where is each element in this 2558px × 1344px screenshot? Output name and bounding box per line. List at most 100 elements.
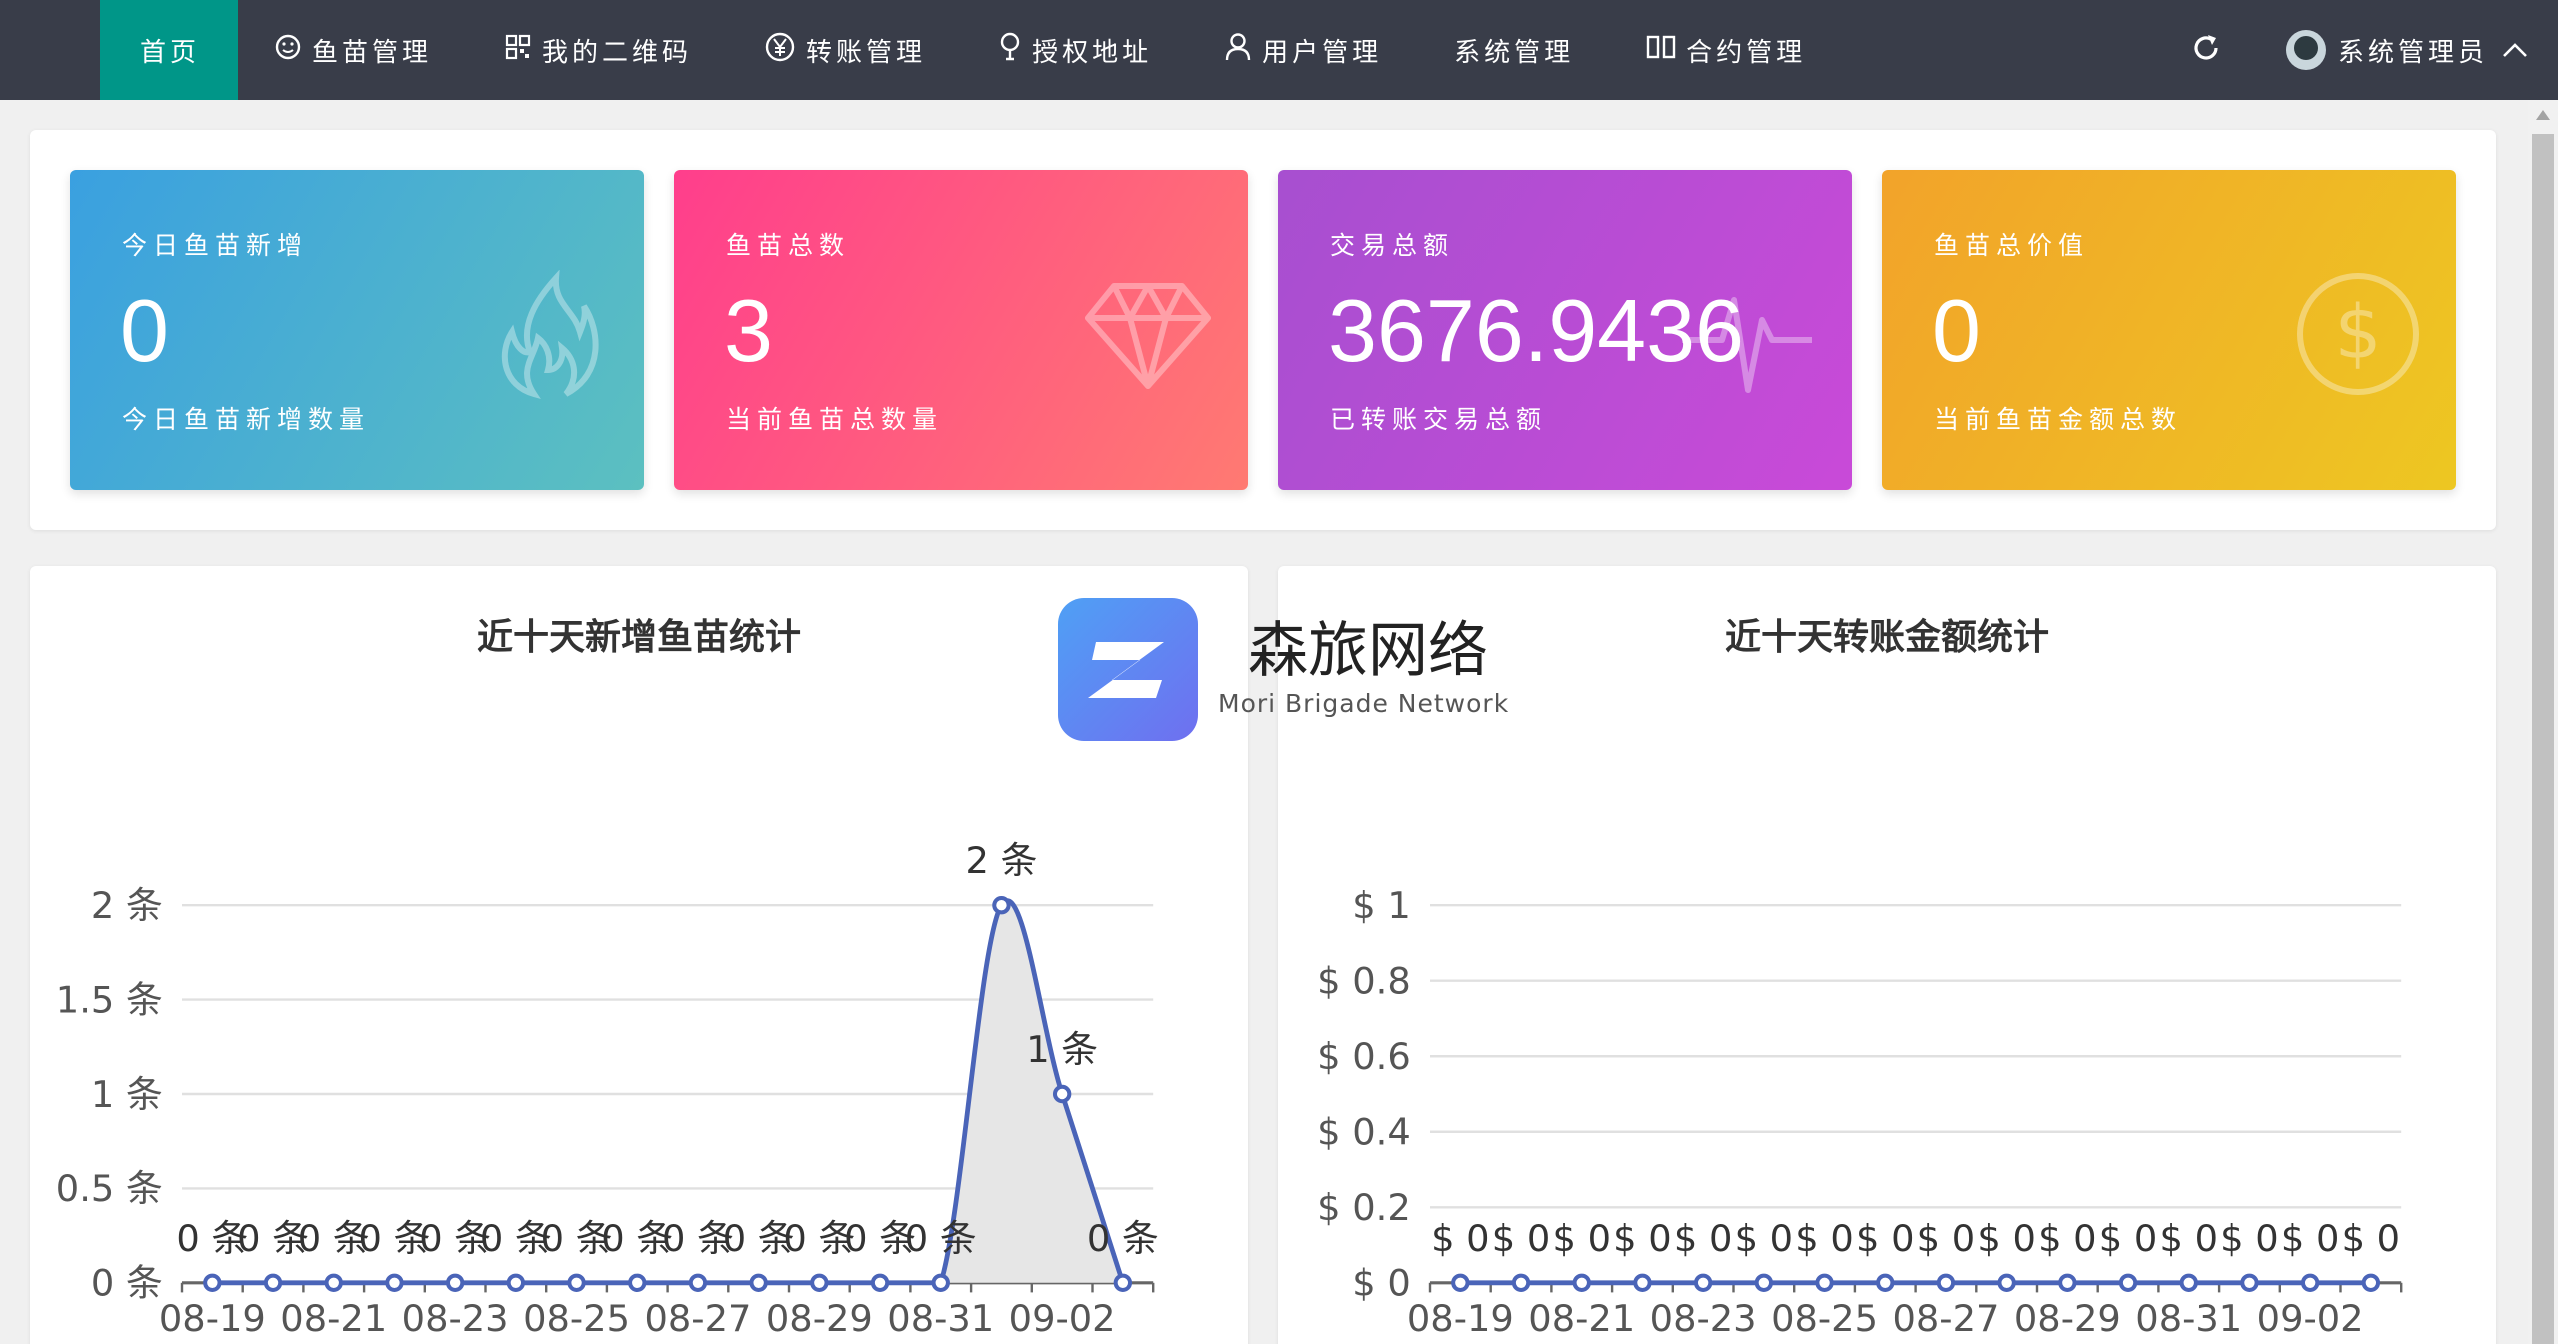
data-point[interactable]: [203, 1273, 222, 1293]
data-label: $ 0: [1856, 1217, 1915, 1260]
brand-logo-icon: [1058, 598, 1198, 741]
dollar-icon: $: [2296, 272, 2420, 400]
x-tick-label: 08-25: [523, 1297, 630, 1340]
data-label: 1 条: [1026, 1028, 1098, 1071]
nav-item-authorized-address[interactable]: 授权地址: [962, 0, 1188, 100]
data-label: $ 0: [1735, 1217, 1794, 1260]
data-point[interactable]: [1815, 1273, 1834, 1293]
nav-item-label: 合约管理: [1686, 37, 1807, 68]
contract-icon: [1646, 34, 1686, 67]
data-point[interactable]: [810, 1273, 829, 1293]
nav-item-label: 用户管理: [1262, 37, 1383, 68]
avatar: [2285, 30, 2326, 70]
data-point[interactable]: [1633, 1273, 1652, 1293]
scroll-thumb[interactable]: [2532, 134, 2554, 1344]
y-tick-label: 1 条: [91, 1073, 163, 1116]
nav-item-contract-management[interactable]: 合约管理: [1610, 0, 1842, 100]
user-menu[interactable]: 系统管理员: [2285, 30, 2528, 70]
nav-item-user-management[interactable]: 用户管理: [1188, 0, 1418, 100]
nav-item-my-qrcode[interactable]: 我的二维码: [468, 0, 728, 100]
data-point[interactable]: [506, 1273, 526, 1293]
y-tick-label: $ 0.8: [1317, 960, 1411, 1003]
stat-card-today-new: 今日鱼苗新增 0 今日鱼苗新增数量: [70, 170, 644, 490]
x-tick-label: 08-25: [1771, 1297, 1878, 1340]
nav-item-transfer-management[interactable]: 转账管理: [728, 0, 962, 100]
data-label: 0 条: [905, 1217, 977, 1260]
x-tick-label: 08-23: [402, 1297, 509, 1340]
y-tick-label: 0 条: [91, 1262, 163, 1305]
data-point[interactable]: [263, 1273, 283, 1293]
data-point[interactable]: [628, 1273, 647, 1293]
stat-card-trade-total: 交易总额 3676.9436 已转账交易总额: [1278, 170, 1852, 490]
data-point[interactable]: [2118, 1273, 2138, 1293]
x-tick-label: 08-21: [1528, 1297, 1635, 1340]
data-point[interactable]: [2300, 1273, 2320, 1293]
x-tick-label: 09-02: [2257, 1297, 2364, 1340]
fire-icon: [494, 269, 604, 404]
svg-text:$: $: [2334, 290, 2381, 376]
data-point[interactable]: [2058, 1273, 2077, 1293]
data-point[interactable]: [1936, 1273, 1956, 1293]
data-point[interactable]: [2179, 1273, 2198, 1293]
y-tick-label: 2 条: [91, 884, 163, 927]
data-point[interactable]: [324, 1273, 343, 1293]
pulse-icon: [1682, 280, 1812, 404]
data-point[interactable]: [992, 896, 1011, 915]
data-point[interactable]: [749, 1273, 768, 1293]
y-tick-label: $ 0.2: [1317, 1186, 1411, 1229]
stat-card-desc: 当前鱼苗总数量: [726, 405, 944, 434]
y-tick-label: 0.5 条: [56, 1167, 163, 1210]
stat-card-fish-value: 鱼苗总价值 0 当前鱼苗金额总数 $: [1882, 170, 2456, 490]
data-label: $ 0: [2342, 1217, 2401, 1260]
data-point[interactable]: [2240, 1273, 2259, 1293]
data-point[interactable]: [870, 1273, 890, 1293]
smile-icon: [274, 33, 312, 68]
y-tick-label: $ 0: [1352, 1262, 1411, 1305]
data-point[interactable]: [1511, 1273, 1531, 1293]
data-point[interactable]: [931, 1273, 950, 1293]
stat-card-desc: 今日鱼苗新增数量: [122, 405, 371, 434]
x-tick-label: 08-19: [159, 1297, 266, 1340]
nav-item-system-management[interactable]: 系统管理: [1418, 0, 1610, 100]
x-tick-label: 08-23: [1650, 1297, 1757, 1340]
refresh-button[interactable]: [2176, 0, 2236, 100]
nav-item-label: 首页: [140, 37, 201, 68]
stats-panel: 今日鱼苗新增 0 今日鱼苗新增数量 鱼苗总数 3 当前鱼苗总数量 交易总额 36…: [30, 130, 2496, 530]
data-label: $ 0: [1977, 1217, 2036, 1260]
stat-card-value: 0: [1932, 281, 1981, 380]
scroll-up-arrow-icon[interactable]: [2536, 110, 2550, 120]
data-label: $ 0: [1613, 1217, 1672, 1260]
x-tick-label: 09-02: [1009, 1297, 1116, 1340]
data-point[interactable]: [1876, 1273, 1895, 1293]
data-point[interactable]: [385, 1273, 404, 1293]
data-point[interactable]: [445, 1273, 465, 1293]
stat-card-title: 鱼苗总数: [726, 231, 851, 260]
data-label: $ 0: [2220, 1217, 2279, 1260]
data-label: $ 0: [2159, 1217, 2218, 1260]
nav-item-home[interactable]: 首页: [100, 0, 239, 100]
data-point[interactable]: [1572, 1273, 1591, 1293]
data-label: $ 0: [1431, 1217, 1490, 1260]
data-point[interactable]: [1754, 1273, 1774, 1293]
data-label: $ 0: [2038, 1217, 2097, 1260]
data-point[interactable]: [688, 1273, 708, 1293]
data-point[interactable]: [1113, 1273, 1133, 1293]
stat-card-value: 3: [724, 281, 773, 380]
page-scrollbar[interactable]: [2528, 100, 2558, 1344]
data-point[interactable]: [567, 1273, 586, 1293]
location-pin-icon: [998, 31, 1032, 70]
data-point[interactable]: [2361, 1273, 2381, 1293]
stat-card-title: 鱼苗总价值: [1934, 231, 2090, 260]
stat-card-title: 交易总额: [1330, 231, 1455, 260]
nav-item-fish-management[interactable]: 鱼苗管理: [238, 0, 468, 100]
data-label: $ 0: [1674, 1217, 1733, 1260]
data-point[interactable]: [1997, 1273, 2016, 1293]
data-point[interactable]: [1693, 1273, 1713, 1293]
data-label: $ 0: [1492, 1217, 1551, 1260]
nav-item-label: 我的二维码: [542, 37, 693, 68]
data-point[interactable]: [1451, 1273, 1470, 1293]
chevron-up-icon: [2502, 35, 2528, 65]
nav-right: 系统管理员: [2176, 0, 2558, 100]
data-point[interactable]: [1052, 1084, 1072, 1104]
yen-icon: [764, 31, 806, 70]
